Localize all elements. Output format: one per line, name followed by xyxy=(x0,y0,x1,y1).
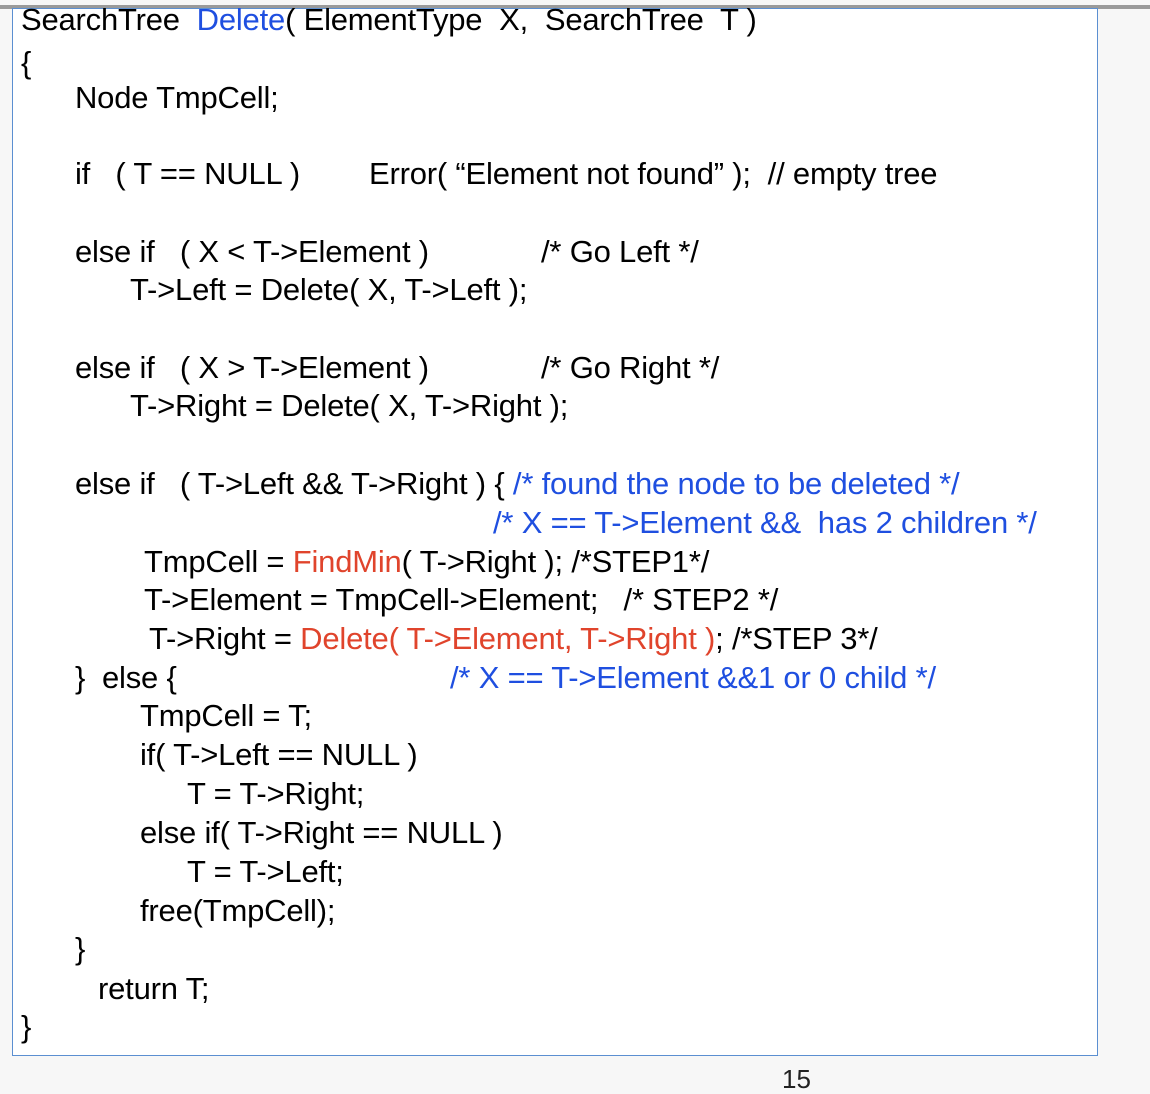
tmpcell-assign-line: TmpCell = T; xyxy=(140,698,312,733)
function-signature: SearchTree Delete( ElementType X, Search… xyxy=(21,2,757,38)
step3-assign: T->Right = xyxy=(149,621,301,656)
go-right-comment: /* Go Right */ xyxy=(541,350,720,385)
free-line: free(TmpCell); xyxy=(140,893,336,928)
step1-line: TmpCell = FindMin( T->Right ); /*STEP1*/ xyxy=(144,544,709,580)
signature-return-type: SearchTree xyxy=(21,2,197,37)
close-inner-brace: } xyxy=(75,931,86,966)
if-null-action: Error( “Element not found” ); // empty t… xyxy=(369,156,938,191)
else-open-line: } else { xyxy=(75,660,177,695)
t-right-line: T = T->Right; xyxy=(187,776,365,811)
elif-right-null-line: else if( T->Right == NULL ) xyxy=(140,815,503,850)
elif-both-children-line: else if ( T->Left && T->Right ) { /* fou… xyxy=(75,466,960,502)
if-null-condition: if ( T == NULL ) xyxy=(75,156,300,191)
page-number: 15 xyxy=(782,1064,811,1094)
signature-function-name: Delete xyxy=(196,2,286,37)
one-or-zero-child-comment: /* X == T->Element &&1 or 0 child */ xyxy=(450,660,936,695)
findmin-call: FindMin xyxy=(292,544,402,579)
step3-line: T->Right = Delete( T->Element, T->Right … xyxy=(149,621,878,657)
return-line: return T; xyxy=(98,971,210,1006)
elif-left-condition: else if ( X < T->Element ) xyxy=(75,234,429,269)
recursive-delete-call: Delete( T->Element, T->Right ) xyxy=(300,621,716,656)
step2-line: T->Element = TmpCell->Element; /* STEP2 … xyxy=(144,582,779,617)
step1-args: ( T->Right ); /*STEP1*/ xyxy=(401,544,710,579)
step1-assign: TmpCell = xyxy=(144,544,293,579)
open-brace: { xyxy=(21,45,32,80)
elif-right-condition: else if ( X > T->Element ) xyxy=(75,350,429,385)
close-brace: } xyxy=(21,1009,32,1044)
step3-comment: ; /*STEP 3*/ xyxy=(715,621,878,656)
t-left-line: T = T->Left; xyxy=(187,854,344,889)
found-node-comment: /* found the node to be deleted */ xyxy=(512,466,960,501)
left-assign-line: T->Left = Delete( X, T->Left ); xyxy=(130,272,528,307)
two-children-comment: /* X == T->Element && has 2 children */ xyxy=(493,505,1037,540)
elif-both-condition: else if ( T->Left && T->Right ) { xyxy=(75,466,513,501)
declaration-line: Node TmpCell; xyxy=(75,80,279,115)
signature-params: ( ElementType X, SearchTree T ) xyxy=(285,2,757,37)
right-assign-line: T->Right = Delete( X, T->Right ); xyxy=(130,388,569,423)
go-left-comment: /* Go Left */ xyxy=(541,234,699,269)
if-left-null-line: if( T->Left == NULL ) xyxy=(140,737,418,772)
slide-page: SearchTree Delete( ElementType X, Search… xyxy=(0,0,1150,1094)
